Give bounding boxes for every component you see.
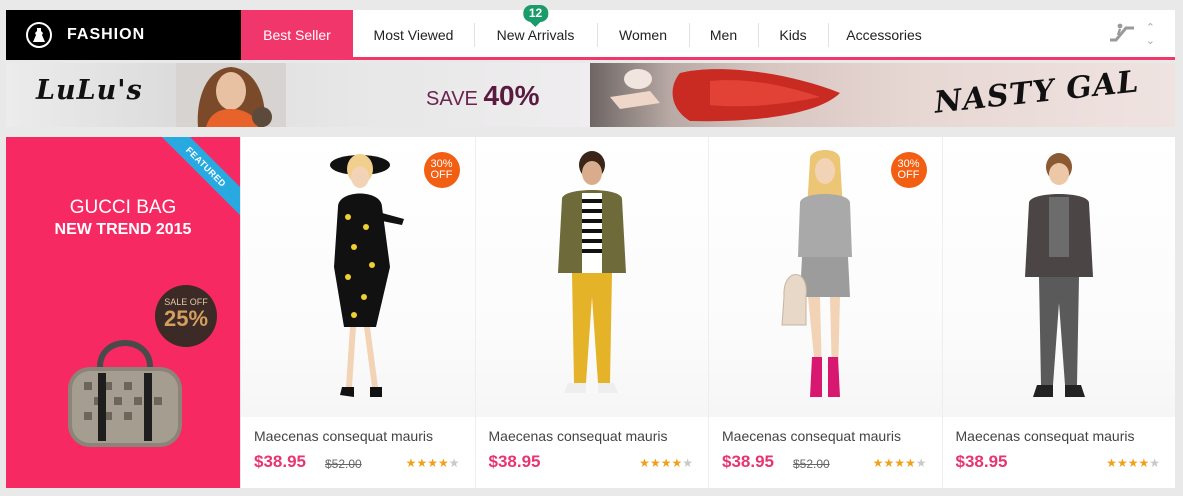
star-filled-icon: ★ (639, 456, 650, 470)
model-photo (610, 69, 840, 122)
star-filled-icon: ★ (649, 456, 661, 470)
star-filled-icon: ★ (660, 456, 672, 470)
star-filled-icon: ★ (437, 456, 449, 470)
featured-title: GUCCI BAG (69, 197, 177, 218)
star-empty-icon: ★ (682, 456, 693, 470)
handbag-image (68, 340, 182, 447)
product-price: $38.95 (488, 452, 541, 471)
featured-subtitle: NEW TREND 2015 (54, 221, 192, 238)
product-name[interactable]: Maecenas consequat mauris (956, 428, 1135, 444)
star-empty-icon: ★ (915, 456, 927, 470)
model-photo (176, 63, 286, 127)
chevron-down-icon[interactable]: ⌄ (1146, 35, 1155, 48)
discount-label: OFF (430, 169, 453, 181)
main-navbar: FASHION Best Seller Most Viewed 12 New A… (6, 5, 1175, 60)
product-old-price: $52.00 (325, 457, 362, 471)
product-grid: 30% OFF Maecenas consequat mauris $38.95… (241, 137, 1175, 488)
star-filled-icon: ★ (671, 456, 683, 470)
tab-label: Kids (779, 27, 807, 43)
tab-label: Most Viewed (373, 27, 454, 43)
product-card[interactable]: Maecenas consequat mauris $38.95 ★★★★★ (474, 137, 708, 488)
rating-stars: ★★★★★ (1106, 456, 1160, 470)
tab-label: New Arrivals (496, 27, 575, 43)
category-tabs: Best Seller Most Viewed 12 New Arrivals … (241, 5, 940, 60)
lulus-logo: LuLu's (36, 75, 143, 106)
tab-label: Accessories (846, 27, 922, 43)
product-old-price: $52.00 (793, 457, 830, 471)
product-card[interactable]: 30% OFF Maecenas consequat mauris $38.95… (241, 137, 475, 488)
tab-accessories[interactable]: Accessories (828, 10, 940, 60)
product-name[interactable]: Maecenas consequat mauris (489, 428, 668, 444)
tab-men[interactable]: Men (689, 10, 758, 60)
star-filled-icon: ★ (416, 456, 428, 470)
star-empty-icon: ★ (448, 456, 460, 470)
tab-label: Best Seller (263, 27, 331, 43)
star-filled-icon: ★ (872, 456, 884, 470)
product-card[interactable]: Maecenas consequat mauris $38.95 ★★★★★ (941, 137, 1175, 488)
star-filled-icon: ★ (904, 456, 916, 470)
tab-most-viewed[interactable]: Most Viewed (353, 10, 474, 60)
rating-stars: ★★★★★ (873, 456, 927, 470)
tab-best-seller[interactable]: Best Seller (241, 10, 353, 60)
product-price: $38.95 (955, 452, 1008, 471)
product-price: $38.95 (722, 452, 774, 471)
banner-lulus[interactable]: LuLu's SAVE 40% (6, 63, 590, 127)
discount-badge: 30% OFF (423, 152, 460, 188)
save-label: SAVE 40% (426, 80, 539, 112)
star-filled-icon: ★ (405, 456, 417, 470)
rating-stars: ★★★★★ (639, 456, 693, 470)
rating-stars: ★★★★★ (406, 456, 460, 470)
star-filled-icon: ★ (894, 456, 905, 470)
star-filled-icon: ★ (427, 456, 438, 470)
save-prefix: SAVE (426, 88, 478, 110)
discount-badge: 30% OFF (890, 152, 927, 188)
star-empty-icon: ★ (1149, 456, 1160, 470)
scroll-arrows: ⌃ ⌄ (1146, 22, 1155, 48)
featured-promo[interactable]: FEATURED GUCCI BAG NEW TREND 2015 SALE O… (6, 137, 240, 488)
tab-kids[interactable]: Kids (758, 10, 828, 60)
product-name[interactable]: Maecenas consequat mauris (254, 428, 433, 444)
star-filled-icon: ★ (883, 456, 895, 470)
tab-label: Men (709, 27, 738, 43)
tab-women[interactable]: Women (597, 10, 689, 60)
escalator-icon[interactable] (1108, 20, 1136, 49)
brand[interactable]: FASHION (6, 10, 241, 60)
product-image[interactable] (942, 137, 1175, 417)
star-filled-icon: ★ (1127, 456, 1139, 470)
star-filled-icon: ★ (1106, 456, 1117, 470)
star-filled-icon: ★ (1138, 456, 1150, 470)
product-price: $38.95 (254, 452, 306, 471)
product-card[interactable]: 30% OFF Maecenas consequat mauris $38.95… (708, 137, 942, 488)
discount-label: OFF (897, 169, 920, 181)
product-name[interactable]: Maecenas consequat mauris (722, 428, 901, 444)
star-filled-icon: ★ (1116, 456, 1128, 470)
nav-tools: ⌃ ⌄ (1108, 20, 1155, 49)
new-count-badge: 12 (522, 5, 549, 22)
tab-new-arrivals[interactable]: 12 New Arrivals (474, 5, 597, 60)
product-image[interactable] (475, 137, 708, 417)
tab-label: Women (619, 27, 667, 43)
banner-nasty-gal[interactable]: NASTY GAL (590, 63, 1175, 127)
save-value: 40% (483, 80, 540, 111)
dress-icon (26, 22, 52, 48)
nasty-gal-logo: NASTY GAL (933, 64, 1142, 121)
chevron-up-icon[interactable]: ⌃ (1146, 22, 1155, 35)
brand-name: FASHION (67, 26, 146, 43)
